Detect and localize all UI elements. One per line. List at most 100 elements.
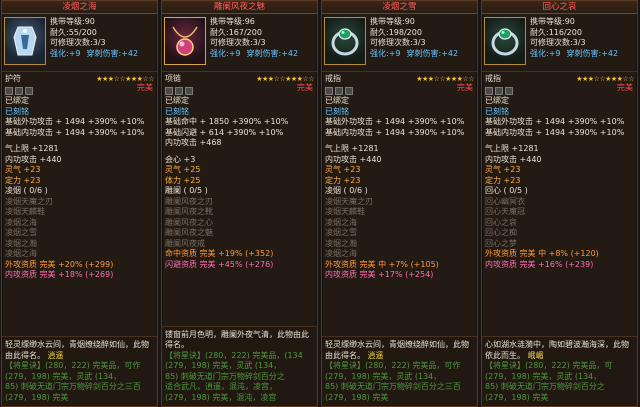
- durability: 耐久:198/200: [370, 27, 422, 37]
- item-name: 回心之哀: [482, 1, 637, 14]
- footer-line: 85) 刺破无道门宗万物碎剑百分之: [485, 382, 605, 391]
- gem-socket-icon[interactable]: [15, 86, 23, 95]
- attribute-line: 凌烟之雪: [325, 228, 357, 237]
- footer-line: 85) 刺破无道门宗万物碎剑百分之三百: [5, 382, 141, 391]
- pierce-damage: 穿刺伤害:+42: [246, 48, 299, 58]
- attribute-line: 已绑定: [165, 96, 189, 105]
- attribute-line: 基础外功攻击 + 1494 +390% +10%: [325, 117, 465, 126]
- durability: 耐久:116/200: [530, 27, 582, 37]
- item-name: 凌烟之雪: [322, 1, 477, 14]
- necklace-icon[interactable]: [164, 17, 206, 65]
- attribute-line: 回心之哀: [485, 217, 517, 227]
- attribute-line: 凌烟之海: [5, 249, 37, 258]
- attribute-line: 定力 +23: [5, 175, 41, 185]
- ring-icon[interactable]: [484, 17, 526, 65]
- pierce-damage: 穿刺伤害:+42: [86, 48, 139, 58]
- attribute-line: 基础外功攻击 + 1494 +390% +10%: [485, 117, 625, 126]
- gem-socket-icon[interactable]: [495, 86, 503, 95]
- pierce-damage: 穿刺伤害:+42: [406, 48, 459, 58]
- attribute-line: 灵气 +23: [485, 165, 521, 174]
- attribute-line: 内功攻击 +440: [325, 154, 382, 164]
- pierce-damage: 穿刺伤害:+42: [566, 48, 619, 58]
- footer-line: (279，198) 完美，灵武 (134，: [5, 371, 122, 381]
- attribute-line: 外攻资质 完美 中 +8% (+120): [485, 249, 599, 258]
- enhance-line: 强化:+9 穿刺伤害:+42: [50, 49, 138, 60]
- attribute-line: 气上限 +1281: [5, 144, 59, 153]
- attribute-line: 体力 +25: [165, 175, 201, 185]
- attribute-line: 回心之痴: [485, 228, 517, 237]
- footer-line: (279，198) 完美: [5, 392, 69, 402]
- quality-label: 完美: [617, 83, 633, 92]
- attribute-list: 已绑定 已刻铭 基础外功攻击 + 1494 +390% +10% 基础内功攻击 + 1…: [2, 94, 157, 281]
- attribute-line: 已刻铭: [485, 106, 509, 116]
- attribute-line: 雕阑风夜之心: [165, 217, 213, 227]
- carry-level: 携带等级:90: [50, 17, 95, 26]
- enhance-level: 强化:+9: [50, 48, 81, 58]
- attribute-line: 凌烟 ( 0/6 ): [5, 186, 48, 195]
- footer-line: (279，198) 完美: [485, 392, 549, 402]
- slot-type: 戒指: [485, 74, 501, 83]
- attribute-line: 雕阑 ( 0/5 ): [165, 186, 208, 195]
- gem-socket-icon[interactable]: [5, 86, 13, 95]
- flavor-text: 轻灵缥缈水云间，青烟缭绕醉如仙，此物由此得名。 逍遥: [5, 340, 154, 361]
- item-header: 携带等级:90 耐久:198/200 可修理次数:3/3 强化:+9 穿刺伤害:+…: [322, 14, 477, 72]
- enhance-level: 强化:+9: [530, 48, 561, 58]
- attribute-line: 已绑定: [485, 96, 509, 105]
- item-tooltip-card: 回心之哀 携带等级:90 耐久:116/200 可修理次数:3/3 强化:+9 穿…: [481, 0, 638, 407]
- gem-socket-icon[interactable]: [335, 86, 343, 95]
- attribute-line: 回心之梦: [485, 238, 517, 248]
- slot-type: 项链: [165, 74, 181, 83]
- flavor-desc: 镂窗前月色明，雕阑外夜气清，此物由此得名。: [165, 329, 309, 350]
- gem-socket-icon[interactable]: [485, 86, 493, 95]
- gem-socket-icon[interactable]: [175, 86, 183, 95]
- enhance-line: 强化:+9 穿刺伤害:+42: [370, 49, 458, 60]
- item-description: 轻灵缥缈水云间，青烟缭绕醉如仙，此物由此得名。 逍遥 【将星诀】(280，222)…: [2, 336, 157, 406]
- attribute-line: 基础内功攻击 + 1494 +390% +10%: [325, 127, 465, 137]
- attribute-line: 内攻资质 完美 +17% (+254): [325, 270, 434, 279]
- footer-line: (279，198) 完美，灵武 (134，: [165, 361, 282, 370]
- item-description: 轻灵缥缈水云间，青烟缭绕醉如仙，此物由此得名。 逍遥 【将星诀】(280，222)…: [322, 336, 477, 406]
- repair-count: 可修理次数:3/3: [210, 38, 266, 47]
- item-basic-stats: 携带等级:90 耐久:198/200 可修理次数:3/3 强化:+9 穿刺伤害:+…: [370, 17, 458, 71]
- attribute-line: 闪避资质 完美 +45% (+276): [165, 259, 274, 269]
- gem-socket-icon[interactable]: [345, 86, 353, 95]
- attribute-line: 凌烟天麟鞋: [325, 207, 365, 216]
- attribute-line: 雕阑风夜之刃: [165, 196, 213, 206]
- footer-line: (279，198) 完美，灵武 (134，: [325, 371, 442, 381]
- attribute-line: 会心 +3: [165, 154, 196, 164]
- gem-socket-icon[interactable]: [505, 86, 513, 95]
- gem-socket-icon[interactable]: [25, 86, 33, 95]
- footer-line: 【将星诀】(280，222) 完美品，可作: [5, 361, 141, 370]
- attribute-line: 回心 ( 0/5 ): [485, 186, 528, 195]
- enhance-level: 强化:+9: [370, 48, 401, 58]
- attribute-line: 灵气 +25: [165, 165, 201, 174]
- attribute-line: 外攻资质 完美 +20% (+299): [5, 259, 114, 269]
- attribute-line: 基础闪避 + 614 +390% +10%: [165, 127, 284, 137]
- flavor-desc: 心如湖水涟漪中，陶如碧波瀚海深，此物依此而生。: [485, 340, 629, 360]
- attribute-line: 凌烟天麟鞋: [5, 207, 45, 216]
- gem-socket-icon[interactable]: [185, 86, 193, 95]
- gem-socket-icon[interactable]: [325, 86, 333, 95]
- gem-socket-icon[interactable]: [165, 86, 173, 95]
- attribute-line: 凌烟天魔之刃: [325, 196, 373, 206]
- attribute-line: 已刻铭: [5, 106, 29, 116]
- ring-icon[interactable]: [324, 17, 366, 65]
- attribute-line: 雕阑风夜戒: [165, 238, 205, 248]
- item-header: 携带等级:96 耐久:167/200 可修理次数:3/3 强化:+9 穿刺伤害:+…: [162, 14, 317, 72]
- repair-count: 可修理次数:3/3: [530, 38, 586, 47]
- footer-line: (279，198) 完美: [325, 392, 389, 402]
- item-basic-stats: 携带等级:90 耐久:116/200 可修理次数:3/3 强化:+9 穿刺伤害:+…: [530, 17, 618, 71]
- footer-line: 85) 刺破无道门宗万物碎剑百分之三百: [325, 382, 461, 391]
- attribute-line: 已绑定: [325, 96, 349, 105]
- attribute-line: 命中资质 完美 +19% (+352): [165, 249, 274, 258]
- footer-line: 【将星诀】(280，222) 完美品，可作: [325, 361, 461, 370]
- tooltip-panel-row: 凌烟之海 携带等级:90 耐久:55/200 可修理次数:3/3 强化:+9 穿刺…: [0, 0, 640, 407]
- attribute-line: 内功攻击 +468: [165, 138, 222, 147]
- amulet-icon[interactable]: [4, 17, 46, 65]
- item-name: 雕阑风夜之魅: [162, 1, 317, 14]
- attribute-line: 内功攻击 +440: [5, 154, 62, 164]
- footer-line: 【将星诀】(280，222) 完美品，可: [485, 361, 613, 370]
- attribute-line: 已刻铭: [325, 106, 349, 116]
- quality-label: 完美: [297, 83, 313, 92]
- durability: 耐久:167/200: [210, 27, 262, 37]
